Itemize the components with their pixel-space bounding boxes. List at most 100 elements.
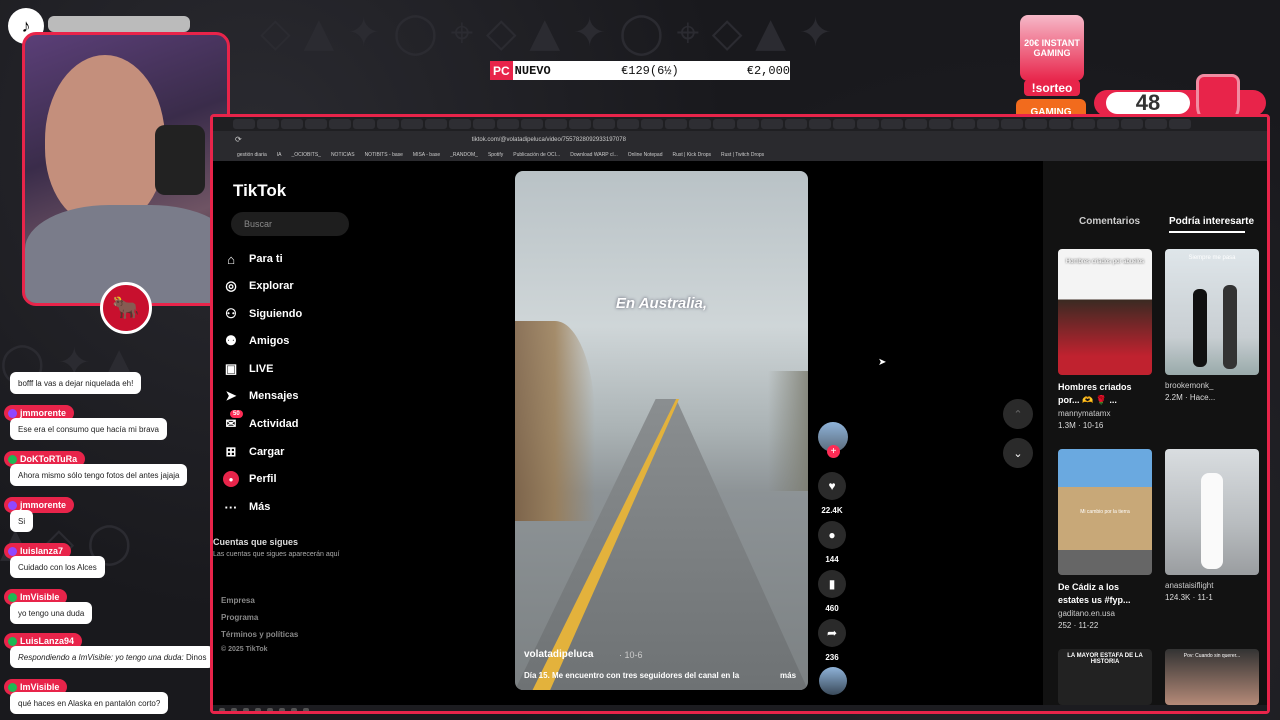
nav-siguiendo[interactable]: ⚇ Siguiendo	[223, 306, 302, 322]
bookmark[interactable]: _RANDOM_	[450, 152, 478, 158]
taskbar-app-icon[interactable]	[255, 708, 261, 711]
footer-link-empresa[interactable]: Empresa	[221, 596, 255, 605]
browser-tab[interactable]	[1049, 119, 1071, 129]
share-button[interactable]: ➦ 236	[817, 619, 847, 662]
recommendation-card[interactable]: Mi cambio por la tierra De Cádiz a los e…	[1058, 449, 1152, 630]
music-disc-icon[interactable]	[819, 667, 847, 695]
nav-actividad[interactable]: ✉ 50 Actividad	[223, 410, 299, 432]
follow-plus-icon[interactable]: +	[827, 445, 840, 458]
tiktok-wordmark[interactable]: TikTok	[233, 181, 286, 201]
taskbar-app-icon[interactable]	[231, 708, 237, 711]
browser-tab[interactable]	[833, 119, 855, 129]
next-video-button[interactable]: ⌄	[1003, 438, 1033, 468]
browser-tab[interactable]	[713, 119, 735, 129]
card-user[interactable]: gaditano.en.usa	[1058, 609, 1152, 618]
browser-tab[interactable]	[473, 119, 495, 129]
bookmark[interactable]: _OCIOBITS_	[291, 152, 320, 158]
video-author[interactable]: volatadipeluca	[524, 649, 593, 660]
card-user[interactable]: mannymatamx	[1058, 409, 1152, 418]
browser-tab[interactable]	[881, 119, 903, 129]
address-bar[interactable]: ⟳ tiktok.com/@volatadipeluca/video/75578…	[213, 131, 1267, 148]
search-input[interactable]: Buscar	[231, 212, 349, 236]
taskbar-app-icon[interactable]	[243, 708, 249, 711]
bookmark[interactable]: gestión diaria	[237, 152, 267, 158]
browser-tab[interactable]	[1145, 119, 1167, 129]
browser-tab[interactable]	[545, 119, 567, 129]
recommendation-card[interactable]: Hombres criados por abuelos Hombres cria…	[1058, 249, 1152, 430]
taskbar-app-icon[interactable]	[219, 708, 225, 711]
browser-tab[interactable]	[641, 119, 663, 129]
browser-tab[interactable]	[1073, 119, 1095, 129]
card-user[interactable]: anastaisiflight	[1165, 581, 1259, 590]
previous-video-button[interactable]: ⌃	[1003, 399, 1033, 429]
recommendation-card[interactable]: Siempre me pasa brookemonk_ 2.2M · Hace.…	[1165, 249, 1259, 402]
reload-icon[interactable]: ⟳	[235, 135, 242, 144]
browser-tab[interactable]	[977, 119, 999, 129]
bookmark[interactable]: MISA - base	[413, 152, 440, 158]
recommendation-card[interactable]: anastaisiflight 124.3K · 11-1	[1165, 449, 1259, 602]
comment-button[interactable]: ● 144	[817, 521, 847, 564]
nav-perfil[interactable]: ● Perfil	[223, 471, 277, 487]
browser-tab[interactable]	[1001, 119, 1023, 129]
nav-live[interactable]: ▣ LIVE	[223, 361, 274, 377]
save-button[interactable]: ▮ 460	[817, 570, 847, 613]
bookmark[interactable]: Rust | Twitch Drops	[721, 152, 764, 158]
browser-tab[interactable]	[761, 119, 783, 129]
browser-tab[interactable]	[353, 119, 375, 129]
bookmark[interactable]: Online Notepad	[628, 152, 663, 158]
browser-tab[interactable]	[953, 119, 975, 129]
browser-tab[interactable]	[569, 119, 591, 129]
bookmark[interactable]: IA	[277, 152, 282, 158]
browser-tab[interactable]	[257, 119, 279, 129]
bookmark[interactable]: Rust | Kick Drops	[672, 152, 711, 158]
browser-tab[interactable]	[785, 119, 807, 129]
browser-tab[interactable]	[1169, 119, 1191, 129]
browser-tab[interactable]	[593, 119, 615, 129]
browser-tab[interactable]	[281, 119, 303, 129]
bookmark[interactable]: Download WARP cl...	[570, 152, 618, 158]
nav-para-ti[interactable]: ⌂ Para ti	[223, 251, 283, 267]
tab-podria-interesarte[interactable]: Podría interesarte	[1169, 216, 1254, 227]
footer-link-terms[interactable]: Términos y políticas	[221, 630, 298, 639]
browser-tab[interactable]	[1097, 119, 1119, 129]
browser-tab[interactable]	[689, 119, 711, 129]
browser-tab[interactable]	[737, 119, 759, 129]
bookmark[interactable]: Publicación de OCI...	[513, 152, 560, 158]
nav-explorar[interactable]: ◎ Explorar	[223, 278, 293, 294]
browser-tab[interactable]	[1025, 119, 1047, 129]
browser-tab[interactable]	[665, 119, 687, 129]
recommendation-card[interactable]: LA MAYOR ESTAFA DE LA HISTORIA	[1058, 649, 1152, 705]
browser-tab[interactable]	[401, 119, 423, 129]
browser-tab[interactable]	[305, 119, 327, 129]
browser-tab[interactable]	[809, 119, 831, 129]
recommendation-card[interactable]: Pov: Cuando sin querer...	[1165, 649, 1259, 705]
browser-tab[interactable]	[425, 119, 447, 129]
taskbar-app-icon[interactable]	[291, 708, 297, 711]
browser-tab[interactable]	[329, 119, 351, 129]
like-button[interactable]: ♥ 22.4K	[817, 472, 847, 515]
browser-tab[interactable]	[521, 119, 543, 129]
taskbar-app-icon[interactable]	[267, 708, 273, 711]
card-user[interactable]: brookemonk_	[1165, 381, 1259, 390]
nav-amigos[interactable]: ⚉ Amigos	[223, 333, 289, 349]
tab-strip[interactable]	[213, 117, 1267, 131]
browser-tab[interactable]	[377, 119, 399, 129]
browser-tab[interactable]	[929, 119, 951, 129]
tab-comentarios[interactable]: Comentarios	[1079, 216, 1140, 227]
browser-tab[interactable]	[617, 119, 639, 129]
taskbar-app-icon[interactable]	[279, 708, 285, 711]
browser-tab[interactable]	[905, 119, 927, 129]
browser-tab[interactable]	[233, 119, 255, 129]
video-player[interactable]: En Australia, volatadipeluca · 10-6 Día …	[515, 171, 808, 690]
nav-mas[interactable]: ··· Más	[223, 499, 271, 515]
browser-tab[interactable]	[1121, 119, 1143, 129]
browser-tab[interactable]	[857, 119, 879, 129]
nav-cargar[interactable]: ⊞ Cargar	[223, 444, 285, 460]
bookmark[interactable]: Spotify	[488, 152, 503, 158]
bookmark[interactable]: NOTICIAS	[331, 152, 355, 158]
bookmark[interactable]: NOTIBITS - base	[365, 152, 403, 158]
footer-link-programa[interactable]: Programa	[221, 613, 258, 622]
taskbar-app-icon[interactable]	[303, 708, 309, 711]
description-more-link[interactable]: más	[780, 671, 796, 680]
url-text[interactable]: tiktok.com/@volatadipeluca/video/7557828…	[472, 137, 626, 143]
